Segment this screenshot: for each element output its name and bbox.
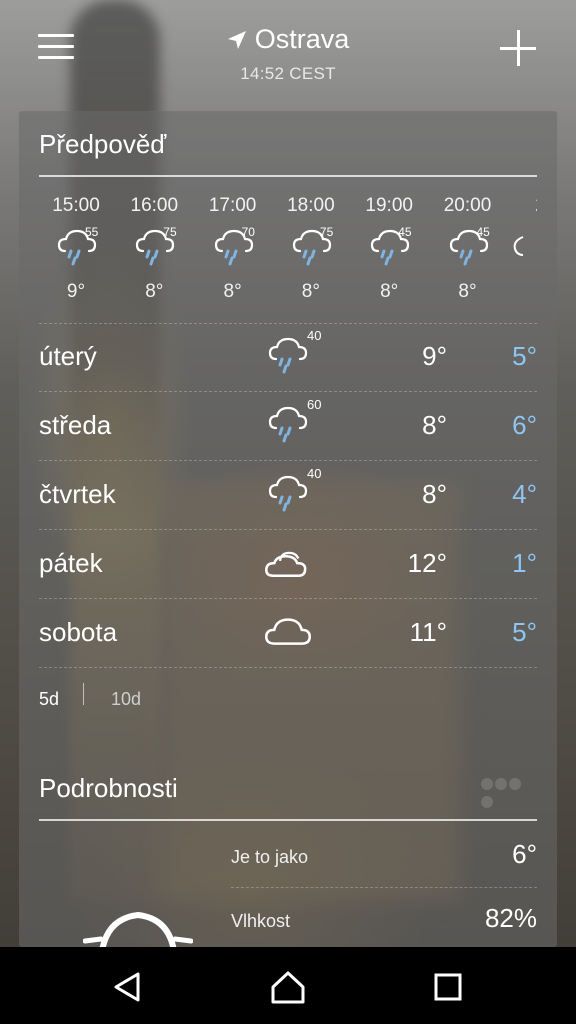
precip-chance: 45	[398, 225, 412, 239]
low-temp: 6°	[512, 410, 537, 440]
hourly-item: 21	[507, 195, 537, 281]
divider	[39, 175, 537, 177]
hour-temp: 8°	[380, 281, 399, 302]
precip-chance: 75	[319, 225, 334, 239]
hour-time: 19:00	[365, 195, 413, 216]
rain-cloud-icon: 45	[429, 225, 507, 271]
precip-chance: 70	[241, 225, 255, 239]
precip-chance: 45	[476, 225, 490, 239]
location-arrow-icon	[227, 30, 246, 49]
details-title: Podrobnosti	[39, 773, 178, 803]
hour-temp: 8°	[223, 281, 242, 302]
back-icon[interactable]	[108, 967, 148, 1007]
precip-chance: 55	[85, 225, 99, 239]
divider	[231, 887, 537, 888]
day-name: středa	[39, 410, 112, 440]
daily-row[interactable]: pátek 12° 1°	[39, 530, 537, 598]
hourly-item: 20:00 45 8°	[429, 195, 507, 303]
home-icon[interactable]	[268, 967, 308, 1007]
top-bar: Ostrava 14:52 CEST	[0, 0, 576, 110]
hour-temp: 8°	[145, 281, 164, 302]
rain-cloud-icon: 75	[115, 225, 193, 271]
daily-row[interactable]: sobota 11° 5°	[39, 599, 537, 667]
hour-time: 18:00	[287, 195, 335, 216]
daily-row[interactable]: úterý 40 9° 5°	[39, 323, 537, 391]
rain-cloud-icon: 55	[39, 225, 115, 271]
cloud-icon	[264, 611, 324, 655]
low-temp: 4°	[512, 479, 537, 509]
hour-time: 17:00	[208, 195, 257, 216]
hourly-item: 16:00 75 8°	[115, 195, 193, 303]
hour-time: 15:00	[52, 195, 100, 216]
add-icon[interactable]	[500, 30, 536, 66]
hourly-item: 17:00 70 8°	[194, 195, 272, 303]
feels-like-value: 6°	[512, 839, 537, 869]
hour-temp: 9°	[66, 281, 86, 302]
divider	[39, 819, 537, 821]
humidity-label: Vlhkost	[231, 911, 291, 931]
hour-time: 20:00	[443, 195, 492, 216]
feels-like-label: Je to jako	[231, 847, 309, 867]
day-name: pátek	[39, 548, 103, 578]
high-temp: 8°	[422, 410, 447, 440]
precip-chance: 75	[163, 225, 177, 239]
partly-cloudy-icon	[264, 542, 324, 586]
precip-chance: 60	[307, 397, 322, 412]
divider	[39, 667, 537, 668]
forecast-title: Předpověď	[39, 129, 167, 159]
city-name: Ostrava	[254, 24, 350, 54]
hour-time: 21	[507, 195, 537, 219]
hourly-item: 15:00 55 9°	[39, 195, 115, 303]
navigation-bar	[0, 947, 576, 1024]
low-temp: 5°	[512, 341, 537, 371]
range-10d-button[interactable]: 10d	[111, 689, 141, 710]
range-5d-button[interactable]: 5d	[39, 689, 59, 710]
sun-cloud-icon	[83, 901, 193, 947]
rain-cloud-icon: 70	[194, 225, 272, 271]
high-temp: 11°	[409, 617, 447, 647]
moon-icon	[507, 227, 537, 271]
details-dots-icon	[481, 777, 535, 808]
recents-icon[interactable]	[428, 967, 468, 1007]
precip-chance: 40	[307, 328, 322, 343]
day-name: sobota	[39, 617, 118, 647]
hourly-forecast[interactable]: 15:00 55 9° 16:00 75 8° 17:00 70 8° 18:00 75 8° 19:0…	[39, 195, 537, 305]
high-temp: 8°	[422, 479, 447, 509]
hour-time: 16:00	[130, 195, 179, 216]
low-temp: 5°	[512, 617, 537, 647]
rain-cloud-icon: 75	[272, 225, 350, 271]
hourly-item: 18:00 75 8°	[272, 195, 350, 303]
rain-cloud-icon: 45	[350, 225, 428, 271]
forecast-card: Předpověď 15:00 55 9° 16:00 75 8° 17:00 70 8° 18:…	[19, 111, 557, 947]
local-time: 14:52 CEST	[240, 64, 336, 83]
high-temp: 12°	[407, 548, 447, 578]
hour-temp: 8°	[458, 281, 477, 302]
daily-row[interactable]: středa 60 8° 6°	[39, 392, 537, 460]
range-separator	[83, 683, 84, 705]
location-header[interactable]: Ostrava	[0, 24, 576, 55]
low-temp: 1°	[512, 548, 537, 578]
day-name: úterý	[39, 341, 97, 371]
hourly-item: 19:00 45 8°	[350, 195, 428, 303]
high-temp: 9°	[422, 341, 447, 371]
precip-chance: 40	[307, 466, 322, 481]
feels-like-row: Je to jako 6°	[231, 833, 537, 893]
hour-temp: 8°	[301, 281, 320, 302]
humidity-value: 82%	[484, 903, 537, 933]
daily-row[interactable]: čtvrtek 40 8° 4°	[39, 461, 537, 529]
day-name: čtvrtek	[39, 479, 116, 509]
